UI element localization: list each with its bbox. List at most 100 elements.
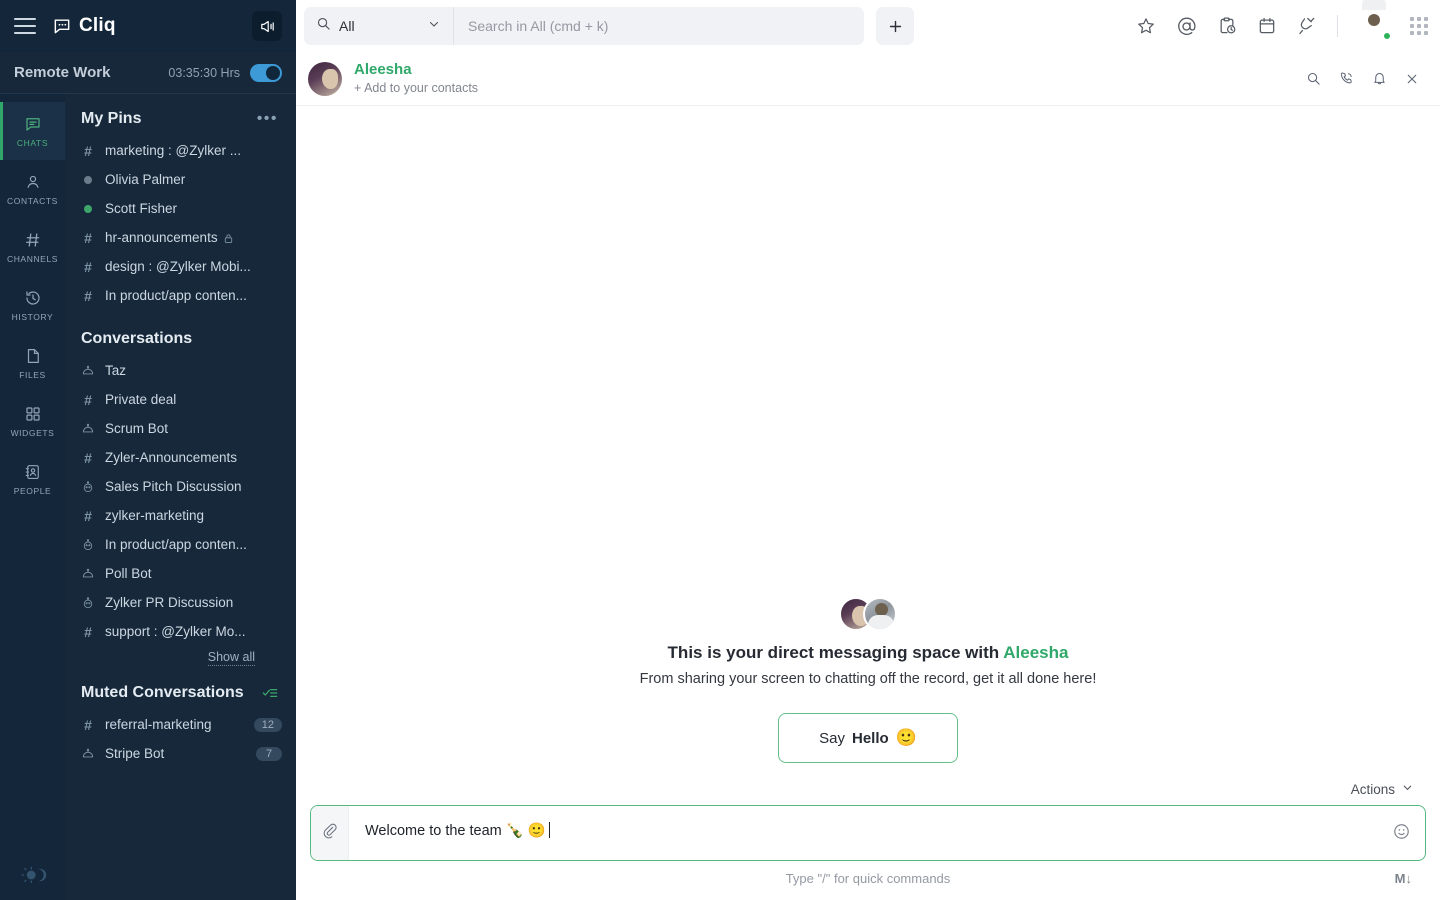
list-item[interactable]: # design : @Zylker Mobi... xyxy=(65,252,296,281)
list-item-label: Zylker PR Discussion xyxy=(105,595,234,610)
mention-at-icon[interactable] xyxy=(1176,16,1197,37)
list-item[interactable]: # referral-marketing 12 xyxy=(65,710,296,739)
chat-title[interactable]: Aleesha xyxy=(354,61,478,80)
chat-bubble-logo-icon xyxy=(52,16,72,36)
unread-badge: 7 xyxy=(256,746,282,761)
presence-indicator xyxy=(1382,31,1392,41)
add-to-contacts-link[interactable]: + Add to your contacts xyxy=(354,80,478,96)
sidebar-item-label: FILES xyxy=(19,369,46,380)
avatar xyxy=(863,597,897,631)
new-chat-button[interactable] xyxy=(876,7,914,45)
sidebar-item-chats[interactable]: CHATS xyxy=(0,102,65,160)
message-input[interactable]: Welcome to the team 🍾 🙂 xyxy=(349,806,1392,860)
sidebar-item-label: CHATS xyxy=(16,137,49,148)
list-item[interactable]: # Zyler-Announcements xyxy=(65,443,296,472)
empty-state: This is your direct messaging space with… xyxy=(296,597,1440,763)
more-dots-icon[interactable]: ••• xyxy=(257,111,278,127)
muted-section-header: Muted Conversations xyxy=(65,666,296,710)
star-icon[interactable] xyxy=(1136,16,1156,36)
message-area: This is your direct messaging space with… xyxy=(296,106,1440,781)
avatar[interactable] xyxy=(308,61,342,96)
list-item-label: support : @Zylker Mo... xyxy=(105,624,246,639)
list-item[interactable]: # In product/app conten... xyxy=(65,281,296,310)
hash-icon: # xyxy=(84,229,92,246)
hash-icon: # xyxy=(84,449,92,466)
show-all-link[interactable]: Show all xyxy=(207,650,255,666)
search-scope-dropdown[interactable]: All xyxy=(304,7,454,45)
markdown-icon[interactable]: M↓ xyxy=(1395,871,1412,886)
status-bar: Remote Work 03:35:30 Hrs xyxy=(0,52,296,94)
hamburger-menu-icon[interactable] xyxy=(14,18,36,34)
hash-icon: # xyxy=(84,716,92,733)
reminder-clipboard-clock-icon[interactable] xyxy=(1217,16,1237,36)
list-item[interactable]: # hr-announcements xyxy=(65,223,296,252)
hash-icon: # xyxy=(84,623,92,640)
list-item[interactable]: Stripe Bot 7 xyxy=(65,739,296,768)
list-item[interactable]: Scott Fisher xyxy=(65,194,296,223)
app-root: Cliq Remote Work 03:35:30 Hrs CHATS CONT… xyxy=(0,0,1440,900)
empty-state-title-prefix: This is your direct messaging space with xyxy=(667,643,1004,662)
list-item[interactable]: # zylker-marketing xyxy=(65,501,296,530)
status-toggle[interactable] xyxy=(250,63,282,82)
status-online-icon xyxy=(81,204,95,213)
list-item[interactable]: Zylker PR Discussion xyxy=(65,588,296,617)
bot-icon xyxy=(81,364,95,378)
search-input[interactable] xyxy=(454,7,864,45)
sidebar-item-channels[interactable]: CHANNELS xyxy=(0,218,65,276)
say-hello-button[interactable]: Say Hello 🙂 xyxy=(778,713,958,763)
sidebar-item-people[interactable]: PEOPLE xyxy=(0,450,65,508)
main-area: All Search in All (cmd + k) Aleesha + Ad… xyxy=(296,0,1440,900)
left-sidebar: Cliq Remote Work 03:35:30 Hrs CHATS CONT… xyxy=(0,0,296,900)
call-icon[interactable] xyxy=(1332,65,1360,93)
search-icon[interactable] xyxy=(1299,65,1327,93)
group-icon xyxy=(81,480,95,494)
sidebar-item-label: HISTORY xyxy=(11,311,54,322)
smiley-icon[interactable] xyxy=(1392,806,1425,860)
list-item-label: Scrum Bot xyxy=(105,421,169,436)
status-title: Remote Work xyxy=(14,64,111,81)
hash-icon: # xyxy=(84,391,92,408)
list-item[interactable]: Poll Bot xyxy=(65,559,296,588)
calendar-icon[interactable] xyxy=(1257,16,1277,36)
sidebar-item-label: PEOPLE xyxy=(13,485,52,496)
list-item[interactable]: Sales Pitch Discussion xyxy=(65,472,296,501)
sidebar-item-widgets[interactable]: WIDGETS xyxy=(0,392,65,450)
mark-read-checklist-icon[interactable] xyxy=(262,685,278,701)
sun-theme-toggle-icon[interactable] xyxy=(0,866,65,884)
list-item[interactable]: # marketing : @Zylker ... xyxy=(65,136,296,165)
close-icon[interactable] xyxy=(1398,65,1426,93)
actions-dropdown[interactable]: Actions xyxy=(1351,781,1414,797)
sidebar-item-contacts[interactable]: CONTACTS xyxy=(0,160,65,218)
chevron-down-icon xyxy=(1401,781,1414,797)
brand[interactable]: Cliq xyxy=(52,15,116,37)
plug-integration-icon[interactable] xyxy=(1297,16,1317,36)
list-item-label: referral-marketing xyxy=(105,717,212,732)
sidebar-item-label: CONTACTS xyxy=(7,195,58,206)
group-icon xyxy=(81,596,95,610)
hash-icon: # xyxy=(84,258,92,275)
sidebar-item-history[interactable]: HISTORY xyxy=(0,276,65,334)
sidebar-item-label: CHANNELS xyxy=(6,253,59,264)
list-item[interactable]: In product/app conten... xyxy=(65,530,296,559)
list-item[interactable]: Taz xyxy=(65,356,296,385)
user-avatar[interactable] xyxy=(1358,0,1392,42)
brand-name: Cliq xyxy=(79,15,116,36)
megaphone-icon[interactable] xyxy=(252,11,282,41)
paperclip-icon[interactable] xyxy=(311,806,349,860)
list-item-label: hr-announcements xyxy=(105,230,234,245)
list-item[interactable]: # support : @Zylker Mo... xyxy=(65,617,296,646)
apps-grid-icon[interactable] xyxy=(1410,17,1428,35)
list-item-label: Scott Fisher xyxy=(105,201,178,216)
list-item-label: design : @Zylker Mobi... xyxy=(105,259,251,274)
list-item[interactable]: Olivia Palmer xyxy=(65,165,296,194)
list-item-label: Stripe Bot xyxy=(105,746,165,761)
sidebar-item-files[interactable]: FILES xyxy=(0,334,65,392)
list-item[interactable]: Scrum Bot xyxy=(65,414,296,443)
bot-icon xyxy=(81,747,95,761)
brand-bar: Cliq xyxy=(0,0,296,52)
chevron-down-icon xyxy=(427,17,441,36)
search-group: All xyxy=(304,7,864,45)
bell-notification-icon[interactable] xyxy=(1365,65,1393,93)
list-item[interactable]: # Private deal xyxy=(65,385,296,414)
list-item-label: Olivia Palmer xyxy=(105,172,186,187)
